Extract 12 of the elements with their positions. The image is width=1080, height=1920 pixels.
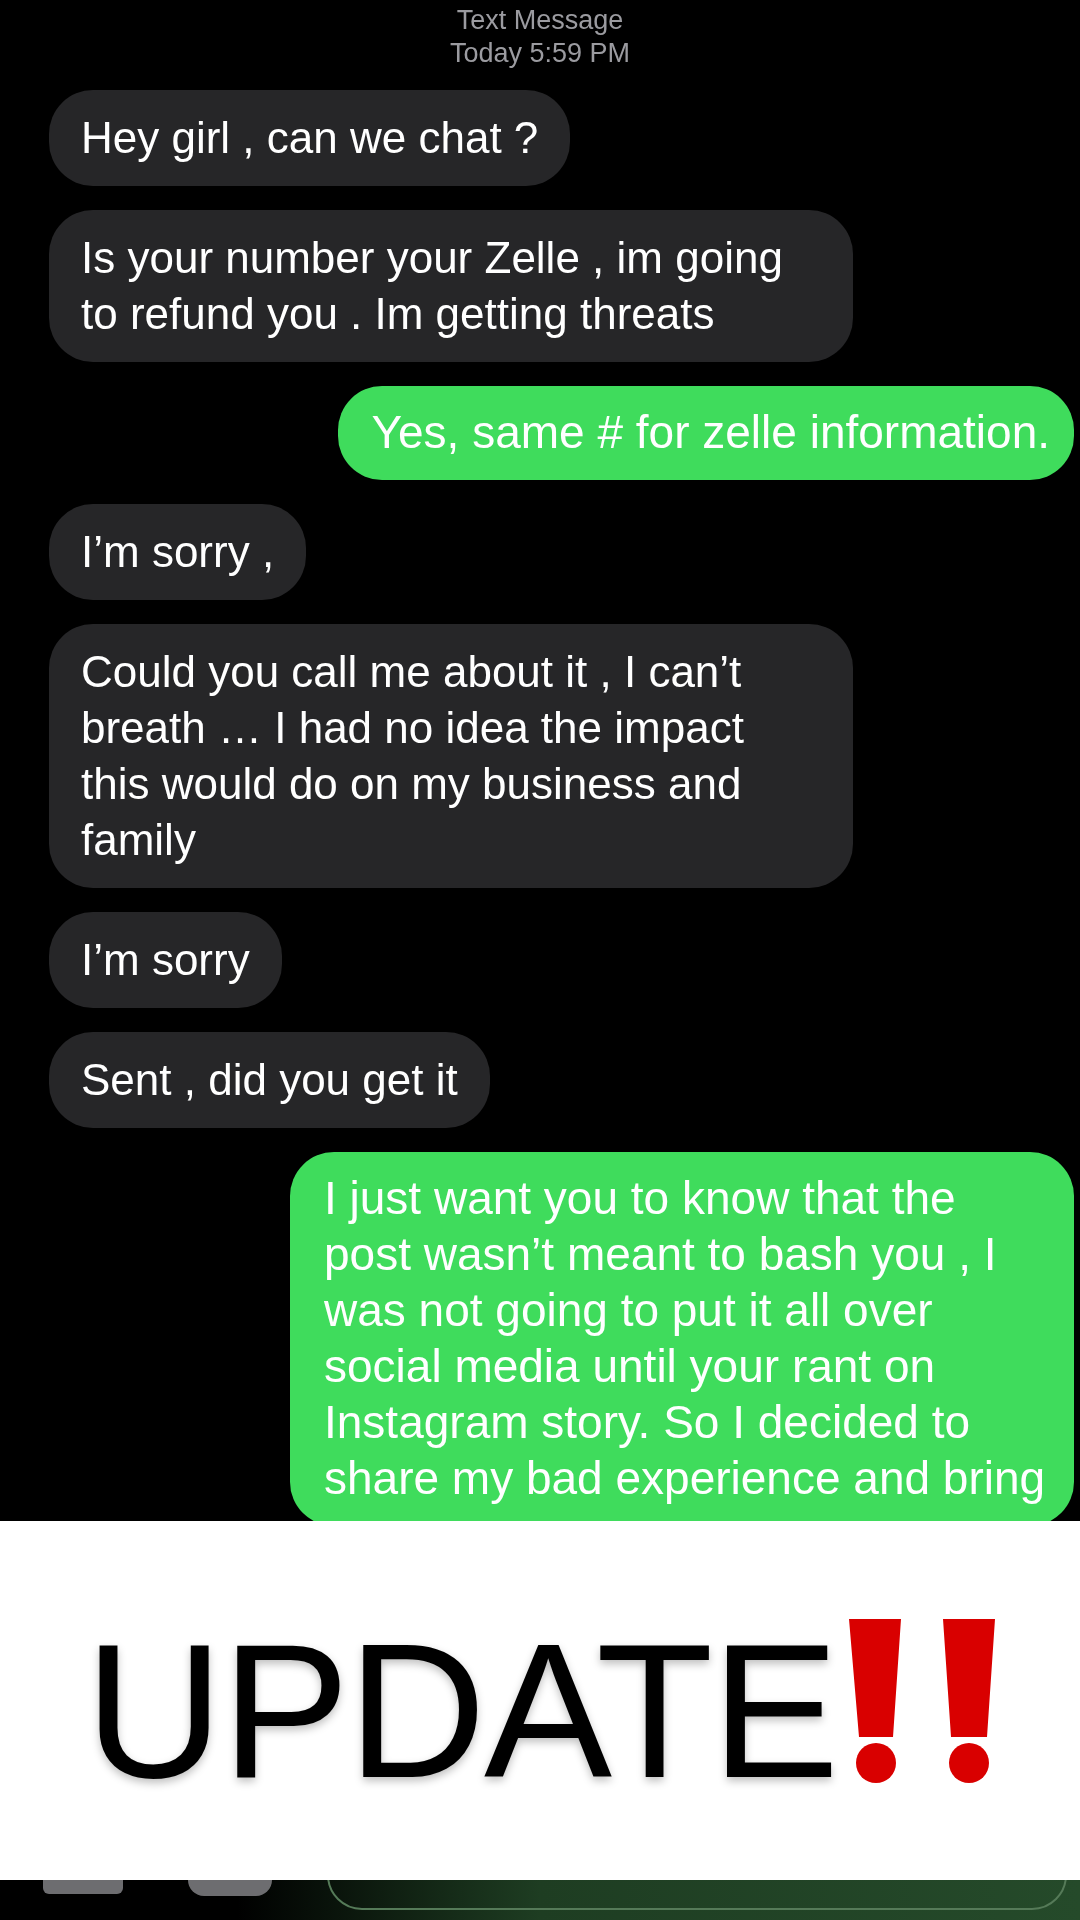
conversation-type: Text Message [456, 4, 624, 37]
received-message: I’m sorry , [49, 504, 307, 600]
received-message: Is your number your Zelle , im going to refund you . Im getting threats [49, 210, 853, 362]
received-message: Sent , did you get it [49, 1032, 490, 1128]
received-message: I’m sorry [49, 912, 282, 1008]
received-message: Hey girl , can we chat ? [49, 90, 571, 186]
timestamp: Today 5:59 PM [449, 37, 631, 70]
sent-message: Yes, same # for zelle information. [337, 386, 1074, 480]
sent-message: I just want you to know that the post wasn’t meant to bash you , I was not going to put it all over social media until your rant on Instagram story. So I decided to share my bad experience and bring [290, 1152, 1074, 1521]
double-exclamation-icon [849, 1618, 996, 1783]
received-message: Could you call me about it , I can’t breath … I had no idea the impact this would do on my business and family [49, 624, 853, 888]
banner-text: UPDATE [84, 1614, 838, 1807]
